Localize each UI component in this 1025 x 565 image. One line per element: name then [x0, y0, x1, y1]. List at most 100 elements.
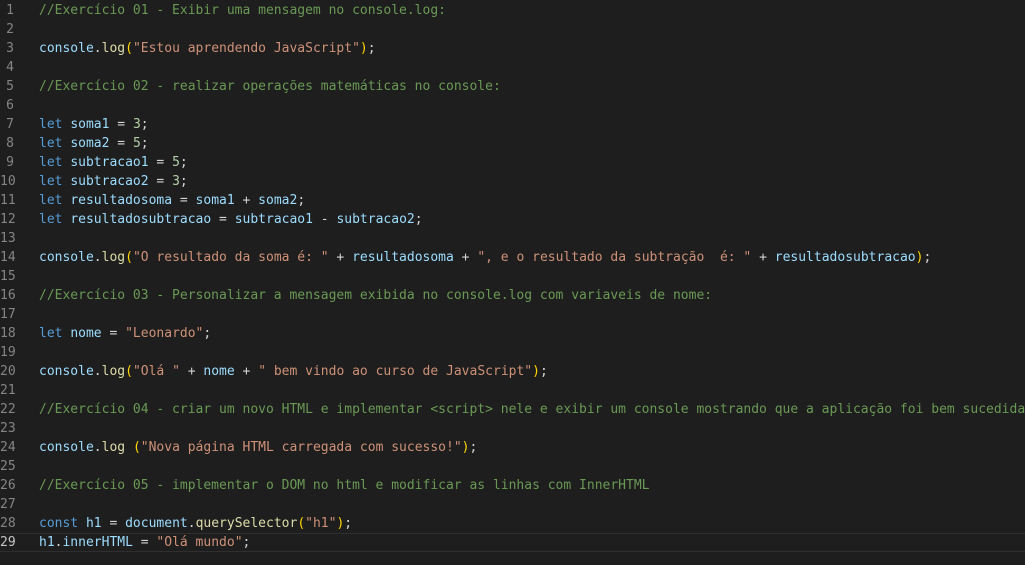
code-token: "Estou aprendendo JavaScript" [132, 41, 360, 56]
code-line[interactable]: 19 [0, 343, 1025, 362]
code-line[interactable]: 12 let resultadosubtracao = subtracao1 - … [0, 210, 1025, 229]
code-line[interactable]: 15 [0, 267, 1025, 286]
code-line[interactable]: 26 //Exercício 05 - implementar o DOM no … [0, 476, 1025, 495]
code-line[interactable]: 18 let nome = "Leonardo"; [0, 324, 1025, 343]
code-line[interactable]: 17 [0, 305, 1025, 324]
code-line[interactable]: 14 console.log("O resultado da soma é: " … [0, 248, 1025, 267]
code-token: = [101, 326, 126, 341]
code-line[interactable]: 5 //Exercício 02 - realizar operações mat… [0, 77, 1025, 96]
code-token: //Exercício 05 - implementar o DOM no ht… [39, 478, 650, 493]
code-token: soma2 [258, 193, 298, 208]
code-token: 3 [132, 117, 141, 132]
code-token: let [39, 174, 63, 189]
code-token: let [39, 326, 63, 341]
code-line[interactable]: 21 [0, 381, 1025, 400]
code-token: "Olá " [132, 364, 180, 379]
code-token: ) [359, 41, 368, 56]
code-line[interactable]: 16 //Exercício 03 - Personalizar a mensag… [0, 286, 1025, 305]
code-line[interactable]: 28 const h1 = document.querySelector("h1"… [0, 514, 1025, 533]
code-token: + [179, 364, 204, 379]
code-token: ( [132, 440, 141, 455]
code-token: soma2 [70, 136, 110, 151]
code-text: //Exercício 01 - Exibir uma mensagem no … [39, 1, 446, 20]
code-line[interactable]: 1 //Exercício 01 - Exibir uma mensagem no… [0, 1, 1025, 20]
code-token: subtracao2 [336, 212, 415, 227]
code-text: const h1 = document.querySelector("h1"); [39, 514, 352, 533]
code-text: //Exercício 05 - implementar o DOM no ht… [39, 476, 649, 495]
code-token: //Exercício 04 - criar um novo HTML e im… [39, 402, 1025, 417]
code-text: console.log ("Nova página HTML carregada… [39, 438, 477, 457]
code-line[interactable]: 8 let soma2 = 5; [0, 134, 1025, 153]
code-token: soma1 [195, 193, 235, 208]
code-line-current[interactable]: 29 h1.innerHTML = "Olá mundo"; [0, 533, 1025, 552]
code-token: 5 [172, 155, 180, 170]
code-token: "Leonardo" [125, 326, 204, 341]
line-number: 3 [6, 41, 14, 56]
code-token: h1 [85, 516, 102, 531]
code-line[interactable]: 3 console.log("Estou aprendendo JavaScrip… [0, 39, 1025, 58]
code-token: ) [461, 440, 470, 455]
line-number: 1 [6, 3, 14, 18]
code-token: let [39, 117, 63, 132]
code-editor[interactable]: 1 //Exercício 01 - Exibir uma mensagem no… [0, 0, 1025, 565]
code-token: console [39, 250, 94, 265]
code-text: console.log("Estou aprendendo JavaScript… [39, 39, 376, 58]
code-token: . [93, 440, 102, 455]
code-line[interactable]: 2 [0, 20, 1025, 39]
code-token: ) [532, 364, 540, 379]
code-token: ; [179, 174, 188, 189]
code-line[interactable]: 10 let subtracao2 = 3; [0, 172, 1025, 191]
code-line[interactable]: 7 let soma1 = 3; [0, 115, 1025, 134]
code-token: = [211, 212, 235, 227]
code-token: . [93, 364, 102, 379]
code-line[interactable]: 6 [0, 96, 1025, 115]
code-token: ", e o resultado da subtração é: " [477, 250, 752, 265]
line-number: 6 [6, 98, 14, 113]
code-token: 5 [132, 136, 141, 151]
code-token: ; [140, 136, 149, 151]
code-line[interactable]: 24 console.log ("Nova página HTML carrega… [0, 438, 1025, 457]
code-token: resultadosoma [352, 250, 454, 265]
code-token: ( [125, 250, 133, 265]
code-line[interactable]: 22 //Exercício 04 - criar um novo HTML e … [0, 400, 1025, 419]
code-token: log [101, 41, 126, 56]
code-token: = [109, 136, 133, 151]
code-token: innerHTML [62, 535, 133, 550]
code-token: nome [203, 364, 235, 379]
code-token: //Exercício 02 - realizar operações mate… [39, 79, 501, 94]
code-token: ; [923, 250, 932, 265]
code-token: const [39, 516, 79, 531]
code-text: let resultadosubtracao = subtracao1 - su… [39, 210, 423, 229]
code-token: + [234, 193, 259, 208]
code-token: document [125, 516, 188, 531]
code-token: + [234, 364, 259, 379]
code-token: log [101, 440, 126, 455]
code-token: let [39, 193, 63, 208]
code-token: console [39, 364, 94, 379]
line-number: 13 [0, 231, 16, 246]
code-line[interactable]: 27 [0, 495, 1025, 514]
line-number: 22 [0, 402, 16, 417]
code-line[interactable]: 13 [0, 229, 1025, 248]
code-line[interactable]: 9 let subtracao1 = 5; [0, 153, 1025, 172]
code-line[interactable]: 25 [0, 457, 1025, 476]
code-token: log [101, 364, 126, 379]
code-token: subtracao1 [70, 155, 149, 170]
code-token: let [39, 136, 63, 151]
line-number: 17 [0, 307, 16, 322]
code-token: + [328, 250, 353, 265]
line-number: 11 [0, 193, 16, 208]
code-token: = [148, 174, 173, 189]
code-line[interactable]: 20 console.log("Olá " + nome + " bem vind… [0, 362, 1025, 381]
code-token: - [312, 212, 337, 227]
code-token: ; [539, 364, 548, 379]
code-token: = [132, 535, 157, 550]
code-token: ; [367, 41, 376, 56]
code-line[interactable]: 4 [0, 58, 1025, 77]
line-number: 18 [0, 326, 16, 341]
code-token: soma1 [70, 117, 110, 132]
code-token: = [101, 516, 126, 531]
code-line[interactable]: 11 let resultadosoma = soma1 + soma2; [0, 191, 1025, 210]
code-line[interactable]: 23 [0, 419, 1025, 438]
